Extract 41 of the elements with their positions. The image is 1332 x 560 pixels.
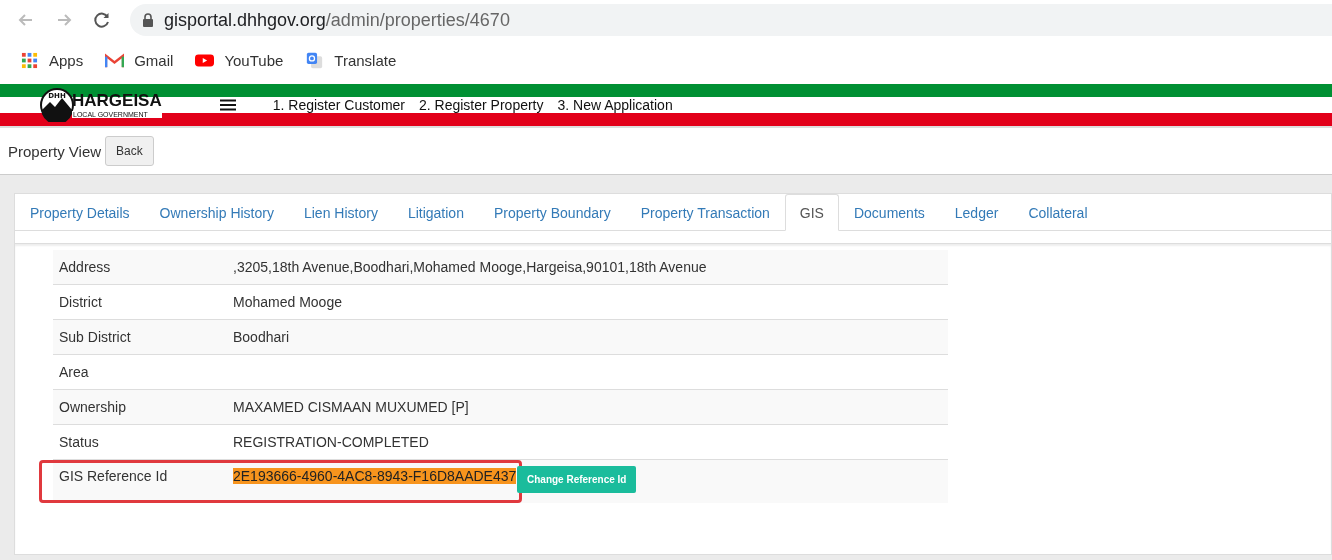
nav-link[interactable]: 3. New Application — [557, 97, 673, 113]
bookmark-link[interactable]: Apps — [49, 51, 84, 69]
field-value: ,3205,18th Avenue,Boodhari,Mohamed Mooge,Hargeisa,90101,18th Avenue — [233, 259, 707, 275]
tab[interactable]: Litigation — [392, 194, 479, 231]
field-label: District — [59, 294, 103, 310]
tab[interactable]: Property Transaction — [625, 194, 785, 231]
address-bar[interactable]: gisportal.dhhgov.org/admin/properties/4670 — [130, 4, 1332, 36]
bookmark-link[interactable]: Translate — [334, 51, 397, 69]
field-value: MAXAMED CISMAAN MUXUMED [P] — [233, 399, 469, 415]
bookmark-link[interactable]: Gmail — [134, 51, 174, 69]
lock-icon — [142, 13, 154, 27]
tab[interactable]: Ownership History — [144, 194, 289, 231]
tab[interactable]: GIS — [784, 194, 839, 231]
field-value: REGISTRATION-COMPLETED — [233, 434, 429, 450]
play-icon — [195, 51, 215, 69]
translate-icon — [305, 51, 325, 69]
tab[interactable]: Collateral — [1013, 194, 1103, 231]
page-title: Property View — [8, 142, 102, 160]
field-label: Sub District — [59, 329, 132, 345]
apps-grid-icon — [20, 51, 39, 69]
field-label: Address — [59, 259, 112, 275]
field-label: Ownership — [59, 399, 127, 415]
field-label: GIS Reference Id — [59, 468, 169, 484]
mail-icon — [105, 51, 125, 69]
field-value: Boodhari — [233, 329, 290, 345]
tab[interactable]: Ledger — [939, 194, 1014, 231]
field-value: Mohamed Mooge — [233, 294, 342, 310]
back-button[interactable]: Back — [105, 136, 154, 166]
bookmark-link[interactable]: YouTube — [224, 51, 284, 69]
field-value: 2E193666-4960-4AC8-8943-F16D8AADE437 — [233, 468, 517, 484]
field-label: Area — [59, 364, 90, 380]
tab[interactable]: Property Details — [15, 194, 145, 231]
menu-icon[interactable] — [219, 99, 236, 111]
tab[interactable]: Lien History — [288, 194, 393, 231]
logo-title: HARGEISA — [72, 92, 162, 109]
reload-icon[interactable] — [92, 10, 112, 30]
nav-link[interactable]: 2. Register Property — [419, 97, 544, 113]
field-label: Status — [59, 434, 100, 450]
nav-link[interactable]: 1. Register Customer — [272, 97, 405, 113]
tab[interactable]: Documents — [838, 194, 940, 231]
tab[interactable]: Property Boundary — [478, 194, 626, 231]
